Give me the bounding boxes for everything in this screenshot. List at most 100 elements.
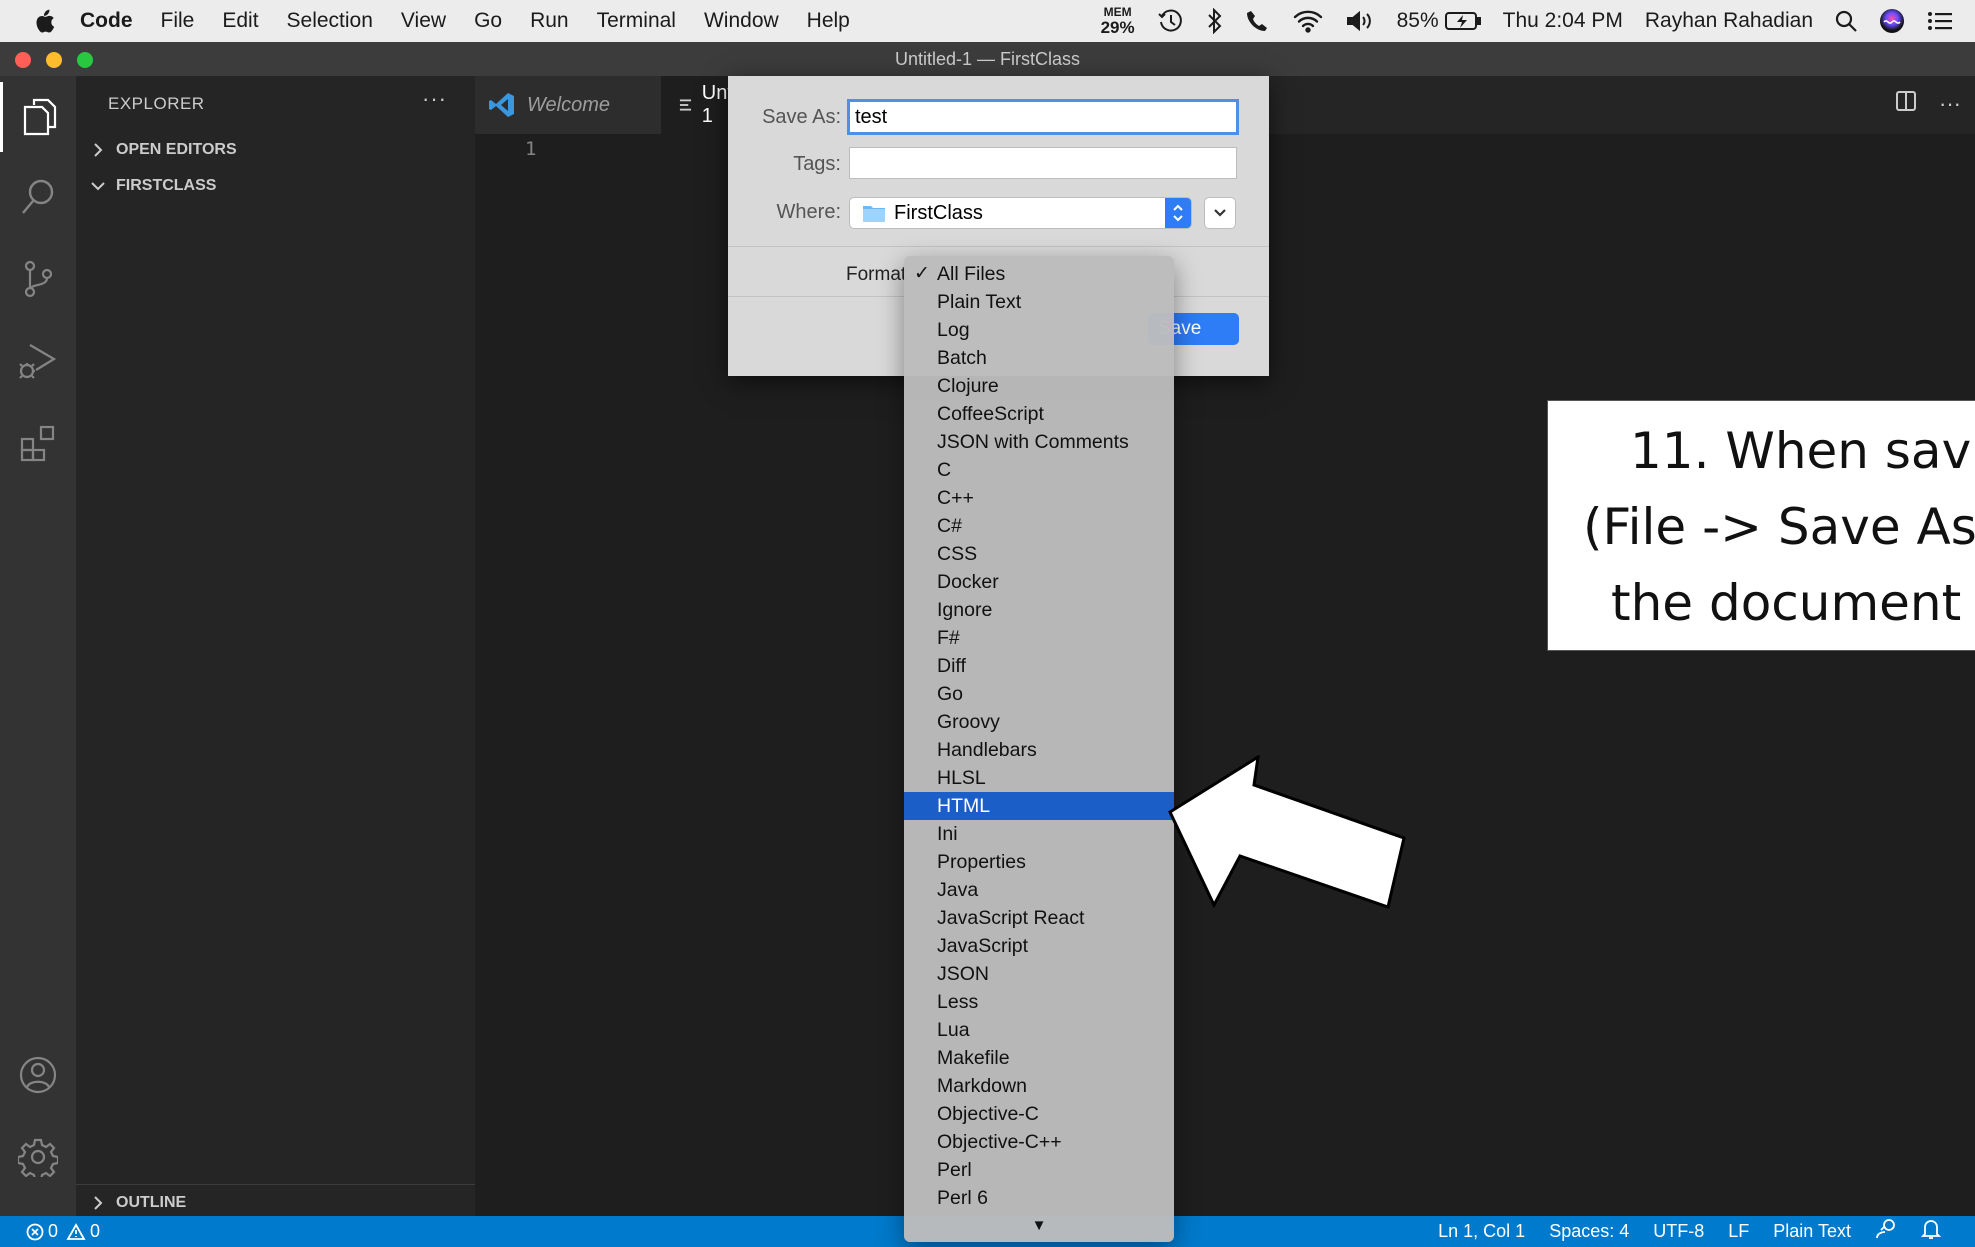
indentation[interactable]: Spaces: 4 [1549, 1221, 1629, 1242]
format-option[interactable]: Perl 6 [904, 1184, 1174, 1212]
memory-status[interactable]: MEM 29% [1101, 6, 1135, 37]
format-option[interactable]: Ini [904, 820, 1174, 848]
spotlight-search-icon[interactable] [1835, 10, 1857, 32]
tags-label: Tags: [793, 153, 841, 175]
menu-window[interactable]: Window [690, 0, 793, 42]
outline-section[interactable]: OUTLINE [76, 1184, 475, 1220]
menu-go[interactable]: Go [460, 0, 516, 42]
app-menu-code[interactable]: Code [66, 0, 147, 42]
format-option[interactable]: Go [904, 680, 1174, 708]
where-location-select[interactable]: FirstClass [849, 197, 1192, 229]
menu-help[interactable]: Help [793, 0, 864, 42]
format-options-list: ✓ All Files Plain Text Log Batch Clojure Coffe… [904, 260, 1174, 1212]
extensions-icon[interactable] [0, 408, 76, 478]
accounts-icon[interactable] [0, 1040, 76, 1110]
format-option[interactable]: JSON with Comments [904, 428, 1174, 456]
format-option[interactable]: Markdown [904, 1072, 1174, 1100]
problems-status[interactable]: 0 0 [26, 1216, 100, 1247]
zoom-window-button[interactable] [77, 52, 93, 68]
phone-icon[interactable] [1245, 8, 1271, 34]
search-icon[interactable] [0, 162, 76, 232]
file-encoding[interactable]: UTF-8 [1653, 1221, 1704, 1242]
run-debug-icon[interactable] [0, 326, 76, 396]
format-option-label: Plain Text [937, 291, 1022, 313]
notifications-bell-icon[interactable] [1920, 1218, 1942, 1245]
close-window-button[interactable] [15, 52, 31, 68]
format-option[interactable]: Lua [904, 1016, 1174, 1044]
time-machine-icon[interactable] [1157, 7, 1185, 35]
tags-input[interactable] [849, 147, 1237, 179]
format-option[interactable]: Makefile [904, 1044, 1174, 1072]
minimize-window-button[interactable] [46, 52, 62, 68]
format-option[interactable]: C++ [904, 484, 1174, 512]
window-title-bar: Untitled-1 — FirstClass [0, 42, 1975, 76]
menu-selection[interactable]: Selection [273, 0, 387, 42]
format-option[interactable]: Objective-C [904, 1100, 1174, 1128]
manage-gear-icon[interactable] [0, 1122, 76, 1192]
user-name[interactable]: Rayhan Rahadian [1645, 9, 1813, 33]
format-option[interactable]: C# [904, 512, 1174, 540]
firstclass-folder-section[interactable]: FIRSTCLASS [76, 168, 475, 204]
save-as-input[interactable] [847, 99, 1239, 135]
format-option[interactable]: CoffeeScript [904, 400, 1174, 428]
explorer-more-actions-button[interactable]: ··· [422, 86, 447, 112]
editor-more-actions-button[interactable]: ··· [1939, 91, 1961, 117]
format-option[interactable]: F# [904, 624, 1174, 652]
clock[interactable]: Thu 2:04 PM [1503, 9, 1623, 33]
open-editors-section[interactable]: OPEN EDITORS [76, 132, 475, 168]
end-of-line[interactable]: LF [1728, 1221, 1749, 1242]
split-editor-icon[interactable] [1895, 90, 1917, 117]
expand-dialog-button[interactable] [1204, 197, 1236, 229]
format-option[interactable]: C [904, 456, 1174, 484]
format-option[interactable]: Clojure [904, 372, 1174, 400]
format-option[interactable]: Diff [904, 652, 1174, 680]
bluetooth-icon[interactable] [1207, 8, 1223, 34]
format-option[interactable]: Objective-C++ [904, 1128, 1174, 1156]
source-control-icon[interactable] [0, 244, 76, 314]
error-icon [26, 1223, 44, 1240]
dialog-divider [728, 246, 1269, 247]
macos-menu-bar: Code File Edit Selection View Go Run Ter… [0, 0, 1975, 42]
notification-center-icon[interactable] [1927, 11, 1953, 31]
battery-status[interactable]: 85% [1397, 9, 1481, 33]
format-option[interactable]: Handlebars [904, 736, 1174, 764]
menu-edit[interactable]: Edit [208, 0, 272, 42]
format-option[interactable]: ✓ All Files [904, 260, 1174, 288]
format-option[interactable]: Perl [904, 1156, 1174, 1184]
format-option[interactable]: Batch [904, 344, 1174, 372]
format-option[interactable]: Docker [904, 568, 1174, 596]
format-option[interactable]: Properties [904, 848, 1174, 876]
wifi-icon[interactable] [1293, 9, 1323, 33]
open-editors-label: OPEN EDITORS [116, 141, 237, 158]
warning-icon [66, 1222, 86, 1240]
format-option[interactable]: JavaScript [904, 932, 1174, 960]
volume-icon[interactable] [1345, 9, 1375, 33]
cursor-position[interactable]: Ln 1, Col 1 [1438, 1221, 1525, 1242]
format-option[interactable]: Less [904, 988, 1174, 1016]
menu-run[interactable]: Run [516, 0, 583, 42]
format-option[interactable]: JSON [904, 960, 1174, 988]
menu-scroll-down-indicator[interactable]: ▼ [904, 1217, 1174, 1234]
menu-view[interactable]: View [387, 0, 460, 42]
feedback-icon[interactable] [1875, 1218, 1897, 1245]
location-stepper-icon [1165, 198, 1191, 228]
apple-icon[interactable] [22, 0, 66, 42]
format-option[interactable]: HLSL [904, 764, 1174, 792]
menu-file[interactable]: File [147, 0, 209, 42]
format-option-label: Log [937, 319, 970, 341]
format-option[interactable]: Java [904, 876, 1174, 904]
battery-percent: 85% [1396, 9, 1439, 32]
tab-welcome[interactable]: Welcome [475, 76, 661, 134]
format-option[interactable]: Plain Text [904, 288, 1174, 316]
format-option[interactable]: HTML [904, 792, 1174, 820]
callout-line-3: the document [1611, 574, 1962, 632]
menu-terminal[interactable]: Terminal [583, 0, 690, 42]
format-option[interactable]: Ignore [904, 596, 1174, 624]
explorer-icon[interactable] [0, 82, 76, 152]
format-option[interactable]: Groovy [904, 708, 1174, 736]
siri-icon[interactable] [1879, 8, 1905, 34]
language-mode[interactable]: Plain Text [1773, 1221, 1851, 1242]
format-option[interactable]: JavaScript React [904, 904, 1174, 932]
format-option[interactable]: Log [904, 316, 1174, 344]
format-option[interactable]: CSS [904, 540, 1174, 568]
